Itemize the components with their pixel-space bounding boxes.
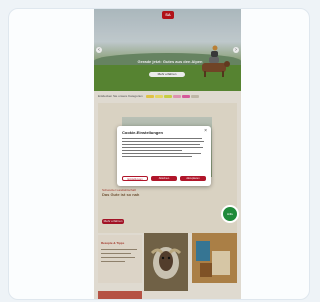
text-line	[122, 141, 204, 142]
cookie-modal-buttons: Einstellungen Ablehnen Akzeptieren	[122, 176, 206, 181]
cookie-consent-modal: Cookie-Einstellungen × Einstellungen Abl…	[117, 126, 211, 186]
text-line	[122, 147, 203, 148]
cookie-modal-title: Cookie-Einstellungen	[122, 130, 163, 135]
text-line	[122, 138, 202, 139]
cookie-accept-button[interactable]: Akzeptieren	[180, 176, 206, 181]
cookie-modal-text	[122, 138, 206, 157]
text-line	[122, 150, 182, 151]
help-badge[interactable]: Hilfe	[221, 205, 239, 223]
cookie-reject-button[interactable]: Ablehnen	[151, 176, 177, 181]
text-line	[122, 153, 201, 154]
text-line	[122, 144, 200, 145]
text-line	[122, 156, 192, 157]
close-icon[interactable]: ×	[204, 129, 207, 134]
cookie-settings-button[interactable]: Einstellungen	[122, 176, 148, 181]
